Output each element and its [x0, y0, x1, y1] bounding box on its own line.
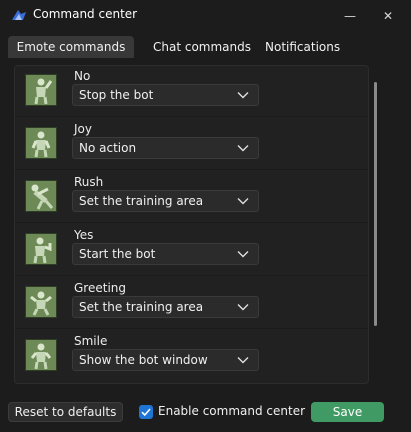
emote-action-select[interactable]: Start the bot: [72, 243, 259, 265]
select-value: No action: [79, 141, 137, 155]
tab-chat-commands[interactable]: Chat commands: [153, 36, 251, 58]
list-scrollbar[interactable]: [374, 82, 377, 326]
emote-action-select[interactable]: Stop the bot: [72, 84, 259, 106]
chevron-down-icon: [237, 92, 249, 99]
select-value: Set the training area: [79, 300, 204, 314]
app-logo-icon: [12, 10, 26, 20]
title-bar: Command center — ✕: [0, 0, 411, 32]
emote-action-select[interactable]: Set the training area: [72, 190, 259, 212]
emote-action-select[interactable]: No action: [72, 137, 259, 159]
emote-rush-icon: [25, 180, 57, 212]
minimize-icon: —: [344, 9, 356, 23]
row-divider: [15, 275, 368, 276]
chevron-down-icon: [237, 304, 249, 311]
select-value: Show the bot window: [79, 353, 208, 367]
chevron-down-icon: [237, 251, 249, 258]
reset-defaults-button[interactable]: Reset to defaults: [8, 402, 123, 422]
row-divider: [15, 222, 368, 223]
emote-list: No Stop the bot Joy No action Rush Set t…: [14, 65, 369, 384]
select-value: Start the bot: [79, 247, 156, 261]
row-divider: [15, 328, 368, 329]
select-value: Set the training area: [79, 194, 204, 208]
chevron-down-icon: [237, 357, 249, 364]
close-icon: ✕: [382, 9, 394, 23]
select-value: Stop the bot: [79, 88, 154, 102]
enable-command-center-checkbox[interactable]: [139, 405, 153, 419]
window-title: Command center: [33, 7, 138, 21]
emote-no-icon: [25, 74, 57, 106]
row-divider: [15, 116, 368, 117]
emote-row-joy: Joy No action: [15, 119, 368, 170]
emote-name: Smile: [74, 334, 108, 348]
save-button[interactable]: Save: [311, 402, 384, 422]
emote-row-rush: Rush Set the training area: [15, 172, 368, 223]
emote-action-select[interactable]: Set the training area: [72, 296, 259, 318]
enable-command-center-label: Enable command center: [158, 404, 306, 418]
emote-name: Greeting: [74, 281, 126, 295]
chevron-down-icon: [237, 145, 249, 152]
emote-row-no: No Stop the bot: [15, 66, 368, 117]
emote-row-yes: Yes Start the bot: [15, 225, 368, 276]
chevron-down-icon: [237, 198, 249, 205]
close-button[interactable]: ✕: [365, 0, 411, 32]
emote-name: Yes: [74, 228, 94, 242]
emote-name: Joy: [74, 122, 92, 136]
emote-greeting-icon: [25, 286, 57, 318]
tab-emote-commands[interactable]: Emote commands: [8, 36, 134, 58]
emote-name: No: [74, 69, 91, 83]
emote-action-select[interactable]: Show the bot window: [72, 349, 259, 371]
emote-yes-icon: [25, 233, 57, 265]
emote-row-greeting: Greeting Set the training area: [15, 278, 368, 329]
checkmark-icon: [141, 408, 151, 417]
row-divider: [15, 169, 368, 170]
emote-name: Rush: [74, 175, 104, 189]
emote-smile-icon: [25, 339, 57, 371]
tab-notifications[interactable]: Notifications: [265, 36, 340, 58]
emote-row-smile: Smile Show the bot window: [15, 331, 368, 381]
emote-joy-icon: [25, 127, 57, 159]
